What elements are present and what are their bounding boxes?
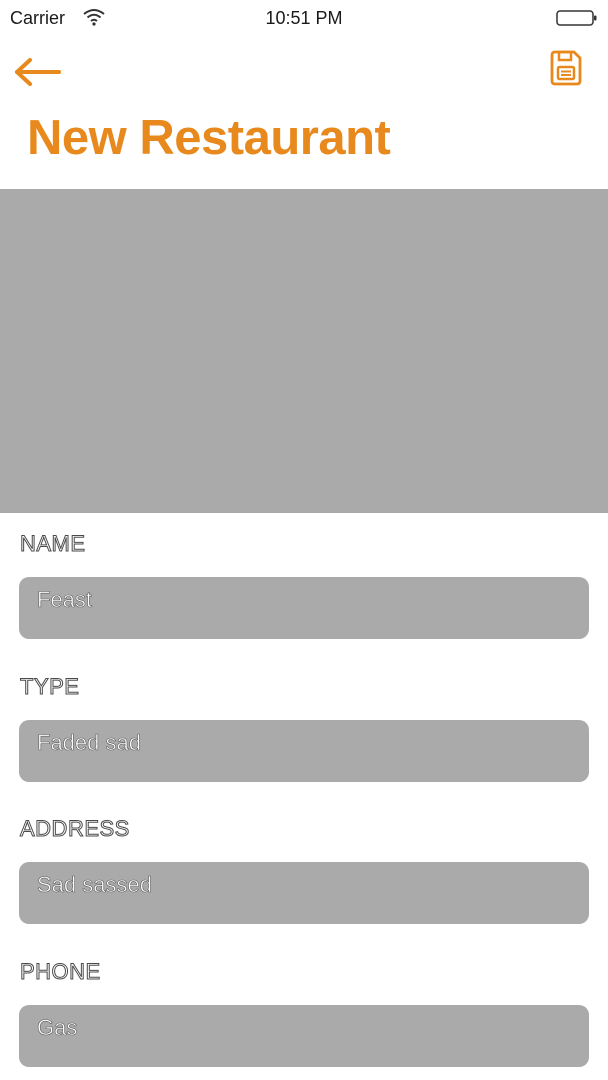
status-bar: Carrier 10:51 PM: [0, 0, 608, 36]
address-label: ADDRESS: [20, 816, 130, 842]
address-field[interactable]: Sad sassed: [19, 862, 589, 924]
name-field[interactable]: Feast: [19, 577, 589, 639]
new-restaurant-screen: Carrier 10:51 PM New Restaurant NAME Fea…: [0, 0, 608, 1080]
back-button[interactable]: [10, 52, 64, 92]
type-label: TYPE: [19, 674, 80, 700]
battery-icon: [556, 9, 598, 27]
name-label: NAME: [20, 531, 86, 557]
page-title: New Restaurant: [27, 111, 391, 165]
floppy-disk-icon: [550, 50, 582, 86]
arrow-left-icon: [15, 58, 61, 86]
phone-label: PHONE: [20, 959, 101, 985]
restaurant-image-picker[interactable]: [0, 189, 608, 513]
type-field[interactable]: Faded sad: [19, 720, 589, 782]
status-time: 10:51 PM: [265, 8, 343, 28]
phone-field[interactable]: Gas: [19, 1005, 589, 1067]
save-button[interactable]: [546, 48, 586, 88]
